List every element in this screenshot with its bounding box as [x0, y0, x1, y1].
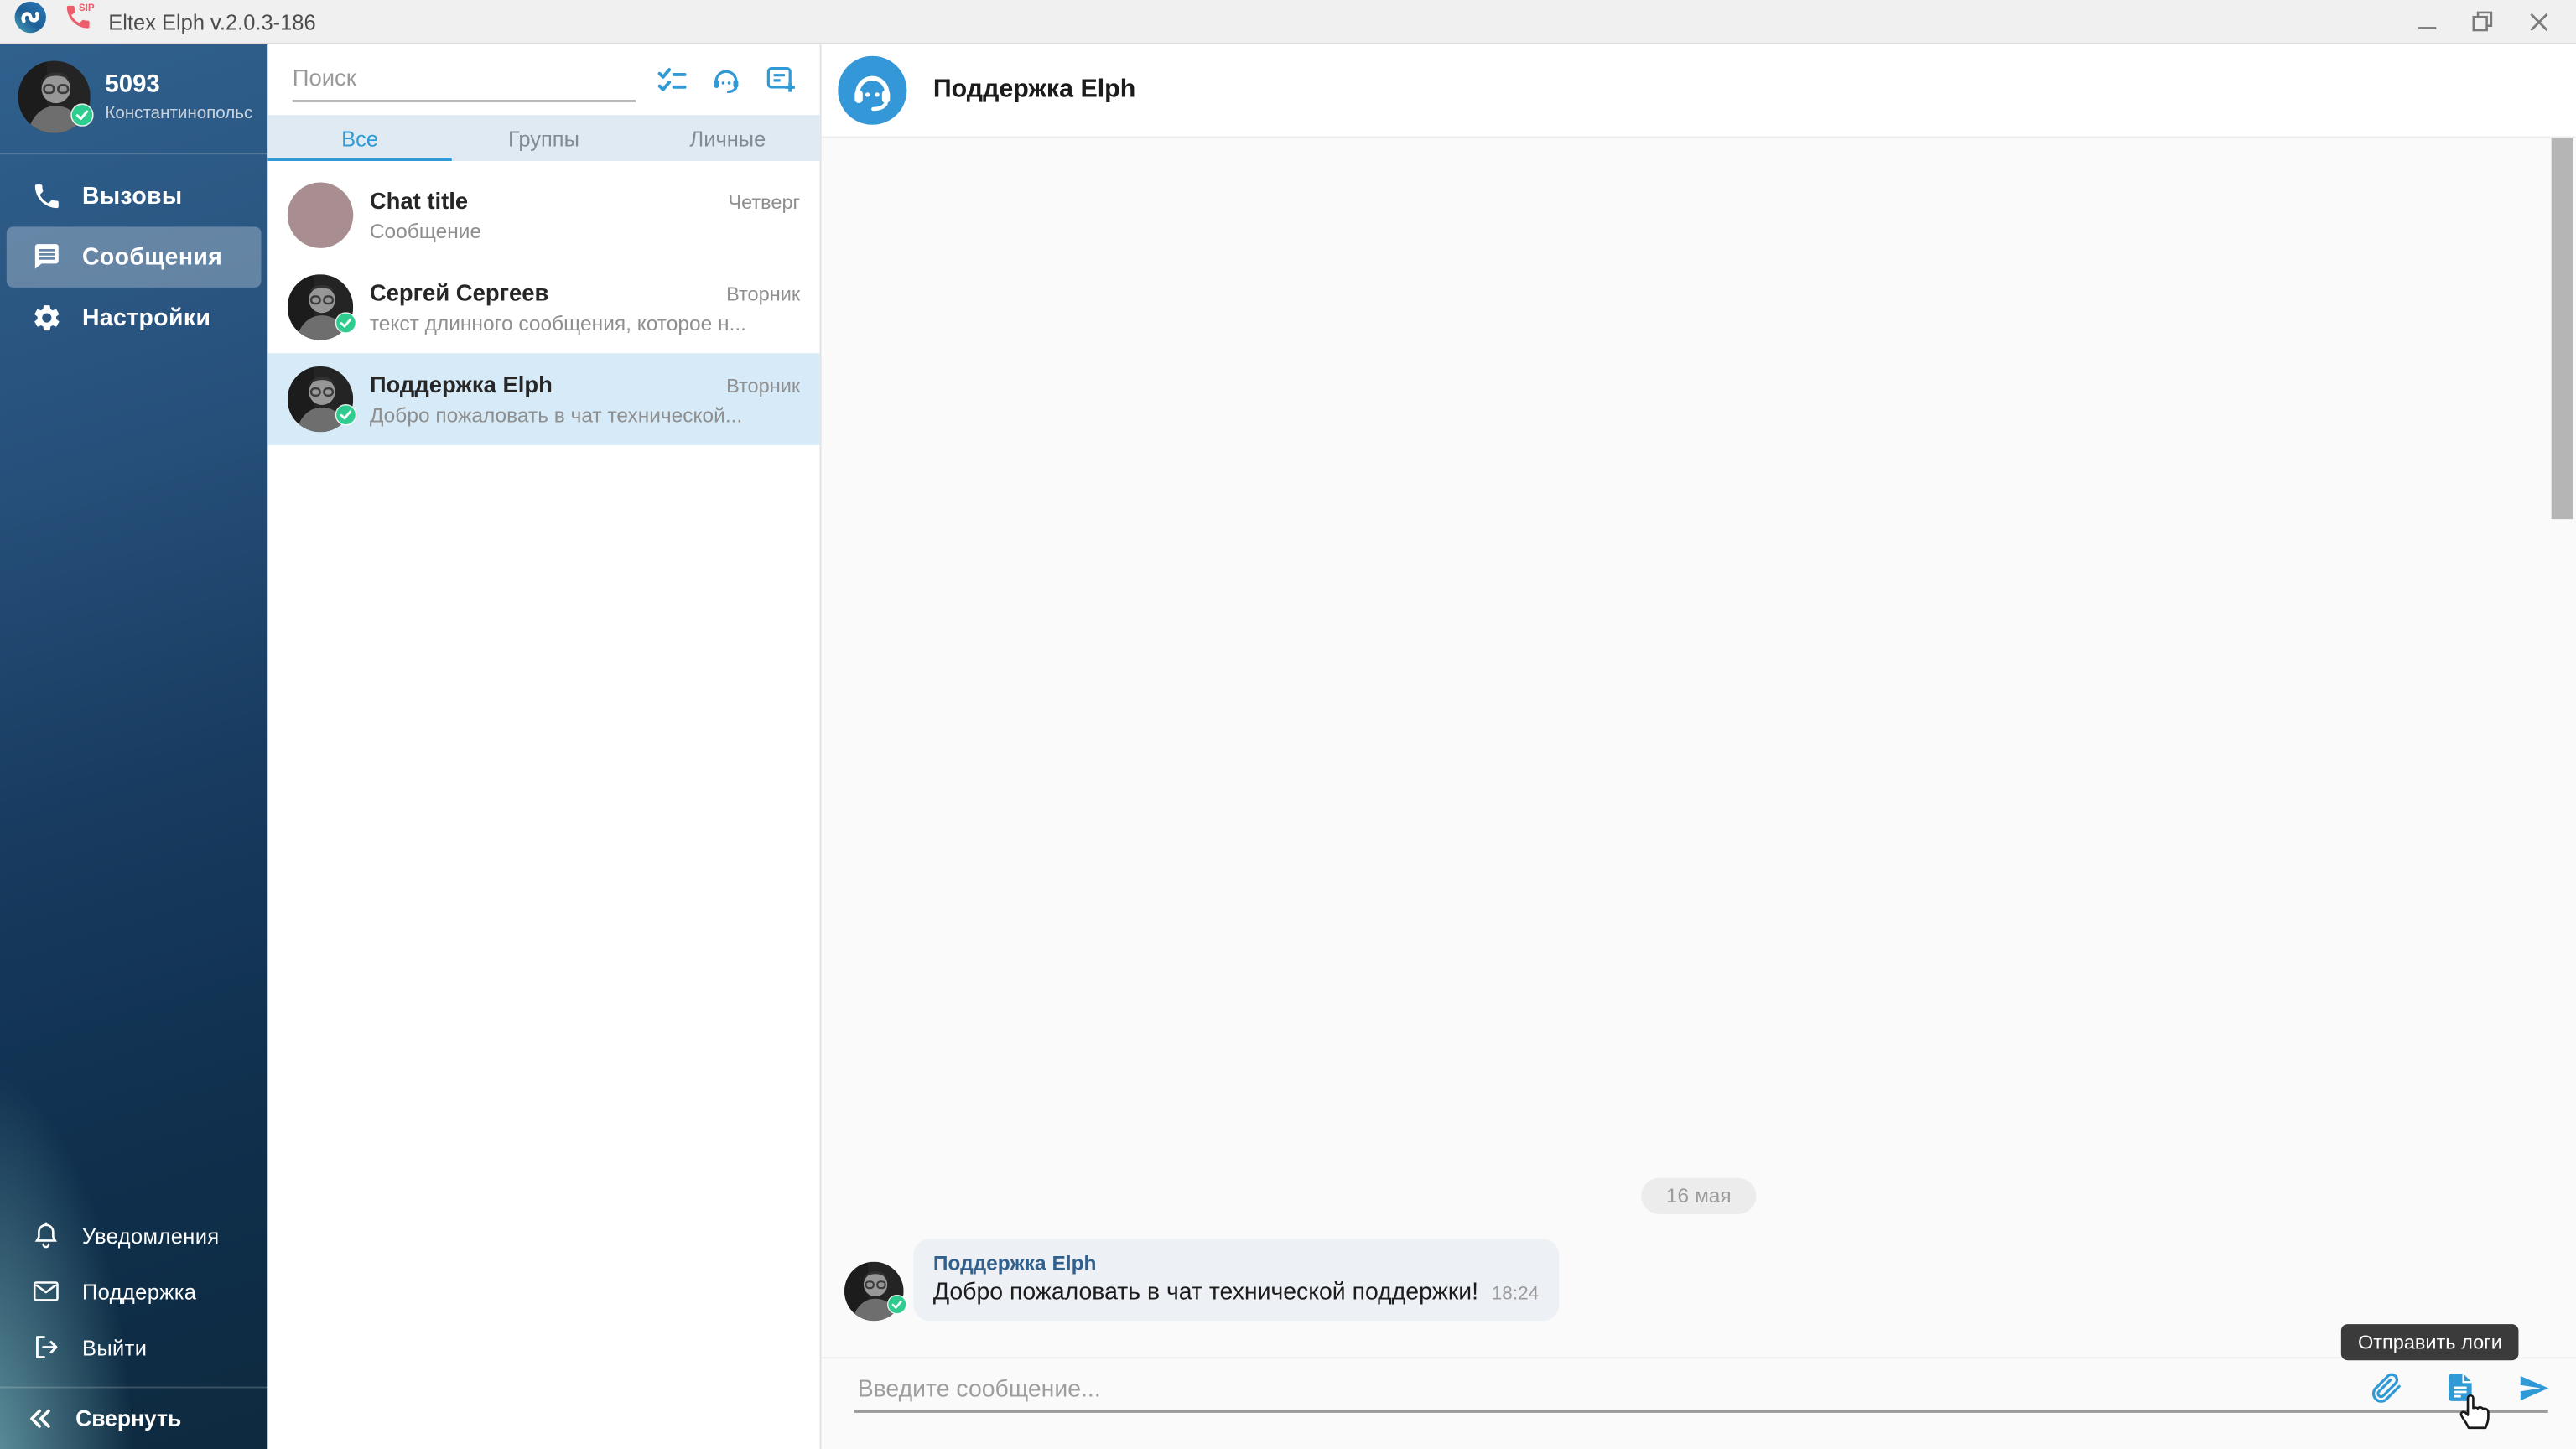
menu-item-label: Выйти	[82, 1335, 147, 1359]
support-avatar-icon	[838, 56, 906, 125]
message-area: 16 мая Поддержка Elph Добро пожаловать в …	[822, 138, 2576, 1358]
chat-time: Вторник	[726, 375, 800, 397]
menu-item-label: Сообщения	[82, 244, 222, 270]
bell-icon	[29, 1219, 62, 1252]
message-input[interactable]	[854, 1375, 2307, 1405]
message-row: Поддержка Elph Добро пожаловать в чат тех…	[822, 1239, 2576, 1357]
search-input[interactable]	[293, 58, 636, 102]
composer-underline	[854, 1410, 2548, 1412]
phone-icon	[29, 180, 62, 213]
tab-Все[interactable]: Все	[267, 115, 451, 161]
tab-Группы[interactable]: Группы	[452, 115, 636, 161]
chat-list-item[interactable]: Поддержка Elph Вторник Добро пожаловать в …	[267, 353, 819, 445]
elph-logo-icon	[13, 0, 48, 43]
menu-item-label: Поддержка	[82, 1279, 196, 1303]
minimize-button[interactable]	[2412, 7, 2441, 36]
active-tab-indicator	[267, 157, 451, 161]
chat-title: Chat title	[370, 187, 715, 213]
message-bubble: Поддержка Elph Добро пожаловать в чат тех…	[913, 1239, 1558, 1321]
sip-phone-icon: SIP	[60, 0, 95, 43]
message-text: Добро пожаловать в чат технической подде…	[933, 1280, 1478, 1306]
collapse-chevrons-icon	[23, 1402, 55, 1435]
chat-avatar	[288, 274, 353, 340]
titlebar: SIP Eltex Elph v.2.0.3-186	[0, 0, 2576, 44]
chat-list-panel: ВсеГруппыЛичные Chat title Четверг Сообщен…	[267, 44, 821, 1449]
message-icon	[29, 241, 62, 273]
profile-block[interactable]: 5093 Константинопольск...	[0, 44, 267, 153]
chat-time: Четверг	[728, 190, 800, 213]
message-sender: Поддержка Elph	[933, 1252, 1539, 1275]
conversation-panel: Поддержка Elph 16 мая Поддержка Elph Добр…	[822, 44, 2576, 1449]
chat-avatar	[288, 366, 353, 432]
profile-subtitle: Константинопольск...	[105, 103, 252, 123]
message-time: 18:24	[1492, 1285, 1539, 1305]
chat-title: Поддержка Elph	[370, 371, 714, 397]
sidebar-item-Уведомления[interactable]: Уведомления	[7, 1208, 262, 1264]
app-window: SIP Eltex Elph v.2.0.3-186	[0, 0, 2576, 1449]
sidebar-item-Настройки[interactable]: Настройки	[7, 288, 262, 348]
sidebar-collapse-button[interactable]: Свернуть	[0, 1389, 267, 1449]
conversation-header: Поддержка Elph	[822, 44, 2576, 138]
chat-last-message: текст длинного сообщения, которое н...	[370, 312, 800, 335]
sidebar-item-Выйти[interactable]: Выйти	[7, 1319, 262, 1375]
online-badge-icon	[335, 404, 356, 434]
sidebar-item-Вызовы[interactable]: Вызовы	[7, 166, 262, 226]
mail-icon	[29, 1275, 62, 1307]
tab-Личные[interactable]: Личные	[636, 115, 819, 161]
menu-item-label: Вызовы	[82, 183, 183, 209]
logout-icon	[29, 1331, 62, 1363]
window-title: Eltex Elph v.2.0.3-186	[108, 9, 2412, 34]
profile-name: 5093	[105, 70, 252, 100]
online-badge-icon	[887, 1293, 907, 1322]
date-separator: 16 мая	[1642, 1178, 1757, 1214]
sidebar-item-Поддержка[interactable]: Поддержка	[7, 1264, 262, 1320]
attach-icon[interactable]	[2369, 1370, 2403, 1405]
online-badge-icon	[70, 103, 93, 134]
chat-list-item[interactable]: Chat title Четверг Сообщение	[267, 169, 819, 262]
send-icon[interactable]	[2516, 1370, 2551, 1405]
gear-icon	[29, 302, 62, 335]
profile-avatar	[18, 60, 91, 132]
scrollbar-thumb[interactable]	[2552, 138, 2573, 520]
checklist-icon[interactable]	[656, 63, 688, 96]
chat-last-message: Сообщение	[370, 221, 800, 243]
chat-filter-tabs: ВсеГруппыЛичные	[267, 115, 819, 161]
conversation-title: Поддержка Elph	[933, 75, 1135, 105]
tooltip: Отправить логи	[2341, 1324, 2518, 1360]
chat-list: Chat title Четверг Сообщение Сергей Сергеев…	[267, 161, 819, 1449]
sidebar: 5093 Константинопольск... Вызовы Сообщени…	[0, 44, 267, 1449]
message-sender-avatar	[844, 1262, 904, 1322]
headset-icon[interactable]	[709, 63, 742, 96]
close-button[interactable]	[2523, 7, 2553, 36]
menu-item-label: Уведомления	[82, 1223, 220, 1248]
new-chat-icon[interactable]	[764, 63, 797, 96]
composer: Отправить логи	[822, 1357, 2576, 1449]
menu-item-label: Настройки	[82, 304, 210, 330]
chat-list-item[interactable]: Сергей Сергеев Вторник текст длинного сооб…	[267, 262, 819, 354]
maximize-button[interactable]	[2468, 7, 2497, 36]
chat-time: Вторник	[726, 283, 800, 305]
send-logs-icon[interactable]	[2443, 1370, 2477, 1405]
chat-last-message: Добро пожаловать в чат технической...	[370, 404, 800, 427]
svg-text:SIP: SIP	[79, 3, 95, 13]
sidebar-item-Сообщения[interactable]: Сообщения	[7, 226, 262, 287]
online-badge-icon	[335, 312, 356, 341]
collapse-label: Свернуть	[75, 1406, 181, 1431]
chat-avatar	[288, 182, 353, 247]
chat-title: Сергей Сергеев	[370, 279, 714, 305]
